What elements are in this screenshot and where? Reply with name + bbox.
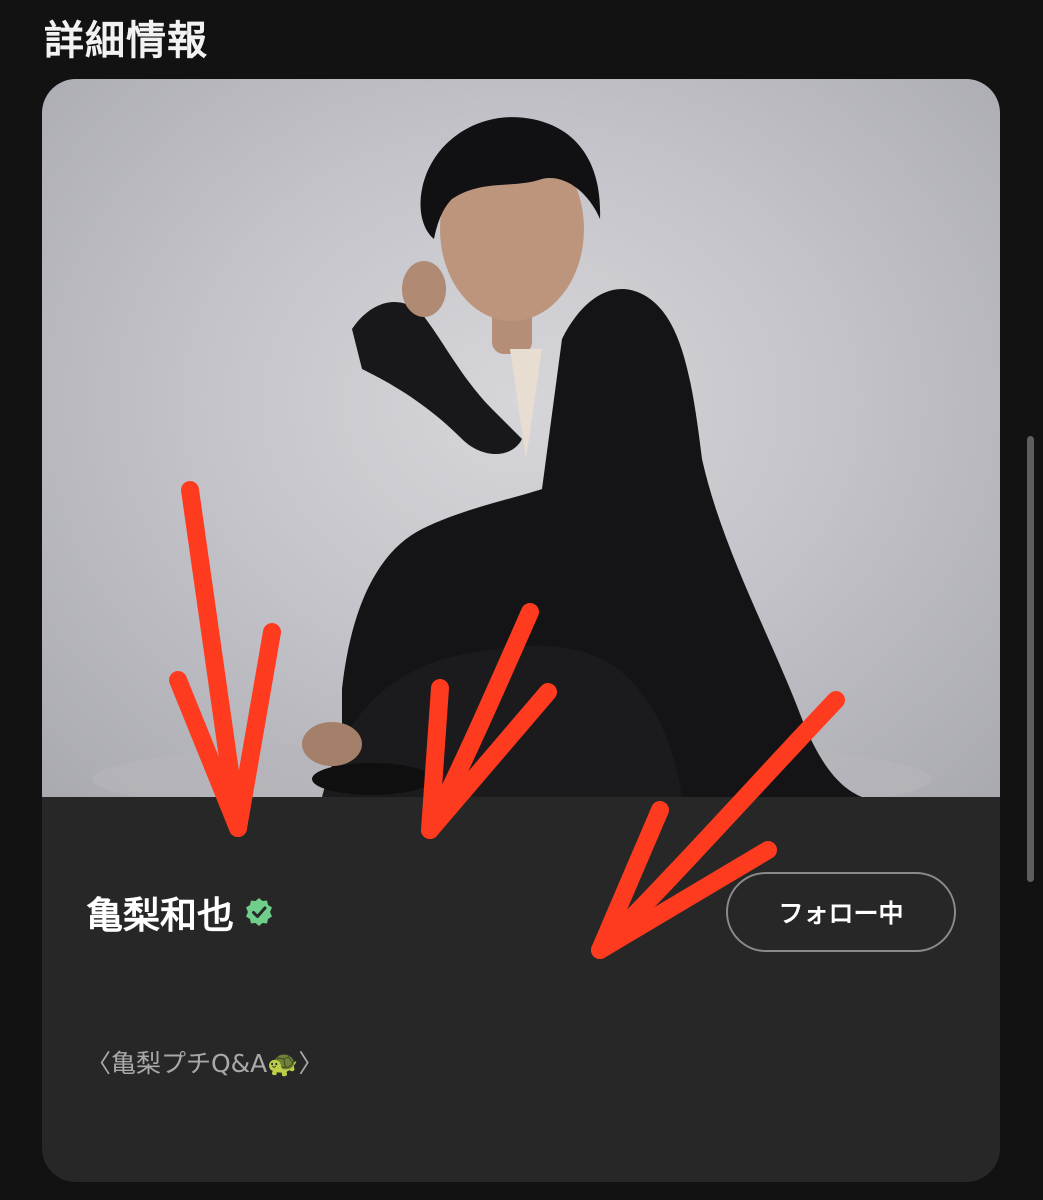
artist-info-panel: 亀梨和也 フォロー中 〈亀梨プチQ&A🐢〉 xyxy=(42,797,1000,1182)
artist-name-row: 亀梨和也 xyxy=(86,885,274,939)
vertical-scrollbar[interactable] xyxy=(1027,436,1034,882)
verified-badge-icon xyxy=(244,897,274,927)
artist-photo xyxy=(42,79,1000,797)
page-title: 詳細情報 xyxy=(44,18,208,64)
artist-card: 亀梨和也 フォロー中 〈亀梨プチQ&A🐢〉 xyxy=(42,79,1000,1182)
artist-description: 〈亀梨プチQ&A🐢〉 xyxy=(86,1049,324,1078)
following-button[interactable]: フォロー中 xyxy=(726,872,956,952)
artist-name: 亀梨和也 xyxy=(86,894,234,937)
artist-detail-page: 詳細情報 亀梨和也 フォロー中 〈亀梨プチQ&A🐢〉 xyxy=(0,0,1043,1200)
